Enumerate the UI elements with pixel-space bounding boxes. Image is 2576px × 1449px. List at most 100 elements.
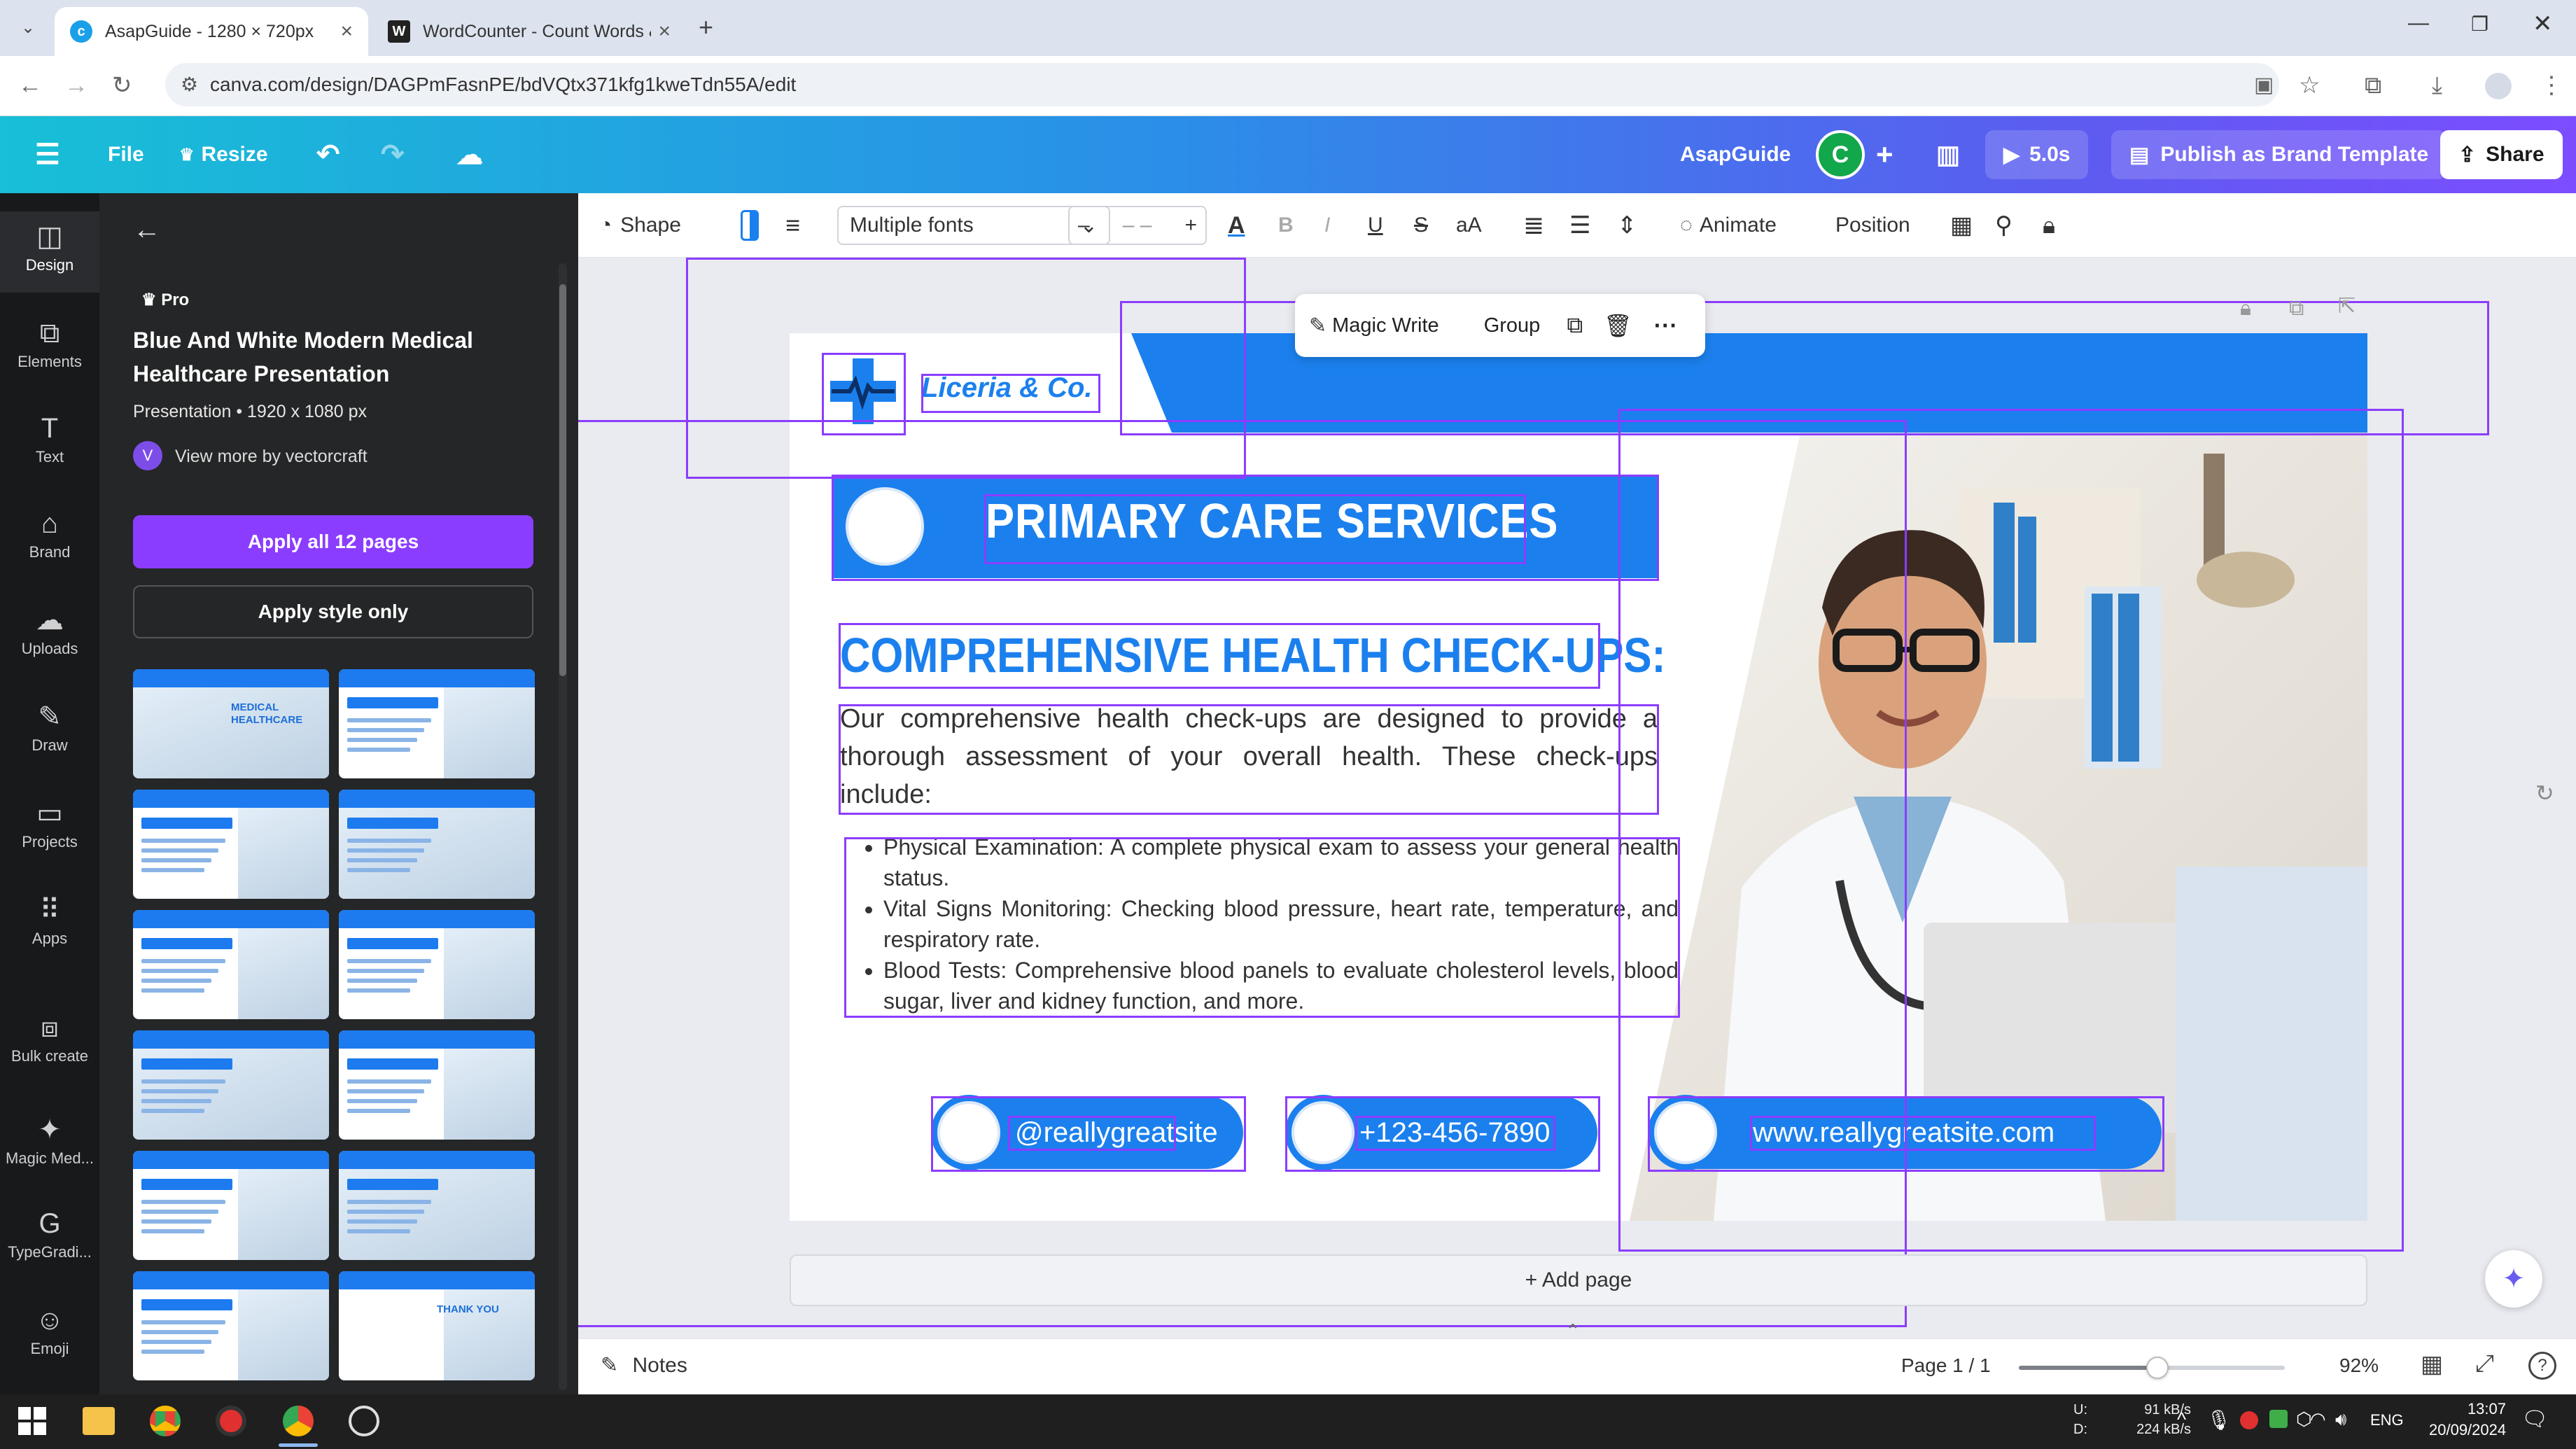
letter-case-icon[interactable]: aA bbox=[1456, 193, 1482, 258]
rotate-handle-icon[interactable]: ↻ bbox=[2535, 780, 2554, 806]
template-page-thumbnail[interactable] bbox=[339, 669, 535, 778]
file-explorer-icon[interactable] bbox=[83, 1407, 115, 1435]
url-field[interactable]: ⚙ canva.com/design/DAGPmFasnPE/bdVQtx371… bbox=[165, 63, 2279, 106]
rail-item-magic-med[interactable]: ✦ Magic Med... bbox=[0, 1113, 99, 1168]
font-size-value[interactable]: – – bbox=[1123, 214, 1152, 237]
fullscreen-icon[interactable]: ⤢ bbox=[2475, 1350, 2494, 1378]
restore-icon[interactable]: ❐ bbox=[2471, 13, 2488, 36]
template-page-thumbnail[interactable] bbox=[339, 1030, 535, 1140]
new-tab-button[interactable]: + bbox=[699, 13, 713, 42]
rail-item-projects[interactable]: ▭ Projects bbox=[0, 797, 99, 851]
template-page-thumbnail[interactable] bbox=[339, 1151, 535, 1260]
volume-icon[interactable]: 🔊︎ bbox=[2335, 1408, 2346, 1431]
group-button[interactable]: Group bbox=[1484, 314, 1541, 337]
install-app-icon[interactable]: ▣ bbox=[2254, 71, 2274, 99]
share-button[interactable]: ⇪ Share bbox=[2440, 130, 2563, 179]
forward-icon[interactable]: → bbox=[64, 71, 88, 99]
template-page-thumbnail[interactable] bbox=[339, 910, 535, 1019]
panel-scrollbar[interactable] bbox=[559, 263, 567, 1390]
clock[interactable]: 13:07 20/09/2024 bbox=[2429, 1399, 2506, 1441]
resize-button[interactable]: ♛ Resize bbox=[179, 116, 268, 193]
page-indicator[interactable]: Page 1 / 1 bbox=[1901, 1354, 1991, 1377]
duplicate-icon[interactable]: ⧉ bbox=[1567, 312, 1583, 339]
author-link[interactable]: View more by vectorcraft bbox=[175, 447, 368, 467]
zoom-slider[interactable] bbox=[2019, 1357, 2285, 1379]
transparency-icon[interactable]: ▦ bbox=[1950, 193, 1973, 258]
downloads-icon[interactable]: ⤓ bbox=[2432, 71, 2442, 99]
shape-button[interactable]: ◔ Shape bbox=[599, 193, 681, 258]
undo-icon[interactable]: ↶ bbox=[316, 116, 340, 193]
rail-item-draw[interactable]: ✎ Draw bbox=[0, 700, 99, 755]
insights-chart-icon[interactable]: ▥ bbox=[1936, 116, 1960, 193]
publish-brand-template-button[interactable]: ▤ Publish as Brand Template bbox=[2111, 130, 2447, 179]
color-swatch[interactable] bbox=[741, 193, 759, 258]
zoom-slider-thumb[interactable] bbox=[2146, 1357, 2169, 1379]
copy-style-icon[interactable]: ⚲ bbox=[1995, 193, 2012, 258]
text-color-icon[interactable]: A bbox=[1228, 193, 1245, 258]
rail-item-elements[interactable]: ⧉ Elements bbox=[0, 316, 99, 371]
profile-avatar[interactable] bbox=[2485, 73, 2512, 99]
template-page-thumbnail[interactable] bbox=[133, 1030, 329, 1140]
template-page-thumbnail[interactable] bbox=[133, 910, 329, 1019]
chrome-icon[interactable] bbox=[150, 1406, 181, 1436]
more-options-icon[interactable]: ⋯ bbox=[1653, 312, 1677, 340]
language-indicator[interactable]: ENG bbox=[2370, 1411, 2404, 1429]
magic-assistant-button[interactable]: ✦ bbox=[2485, 1250, 2542, 1308]
rail-item-design[interactable]: ◫ Design bbox=[0, 211, 99, 293]
duplicate-page-icon[interactable]: ⧉ bbox=[2289, 297, 2304, 321]
rail-item-typegradi[interactable]: G TypeGradi... bbox=[0, 1207, 99, 1261]
grid-view-icon[interactable]: ▦ bbox=[2421, 1350, 2443, 1378]
notifications-icon[interactable]: 🗨︎ bbox=[2521, 1407, 2548, 1432]
minimize-icon[interactable]: — bbox=[2408, 11, 2429, 35]
rail-item-apps[interactable]: ⠿ Apps bbox=[0, 893, 99, 948]
design-name[interactable]: AsapGuide bbox=[1680, 116, 1791, 193]
delete-icon[interactable]: 🗑︎ bbox=[1604, 312, 1632, 339]
italic-icon[interactable]: I bbox=[1324, 193, 1330, 258]
browser-tab-asapguide[interactable]: c AsapGuide - 1280 × 720px × bbox=[55, 7, 368, 56]
back-arrow-icon[interactable]: ← bbox=[133, 214, 161, 246]
magic-write-button[interactable]: Magic Write bbox=[1332, 314, 1439, 337]
spacing-icon[interactable]: ⇕ bbox=[1617, 193, 1637, 258]
microphone-icon[interactable]: 🎙︎ bbox=[2206, 1408, 2232, 1432]
record-tray-icon[interactable] bbox=[2240, 1411, 2258, 1429]
template-page-thumbnail[interactable]: MEDICAL HEALTHCARE bbox=[133, 669, 329, 778]
avatar[interactable]: C bbox=[1816, 130, 1865, 179]
bookmark-star-icon[interactable]: ☆ bbox=[2299, 71, 2320, 99]
reload-icon[interactable]: ↻ bbox=[112, 71, 132, 99]
zoom-level[interactable]: 92% bbox=[2339, 1354, 2379, 1377]
present-button[interactable]: ▶ 5.0s bbox=[1985, 130, 2089, 179]
template-page-thumbnail[interactable] bbox=[339, 790, 535, 899]
rail-item-bulk-create[interactable]: ⧈ Bulk create bbox=[0, 1011, 99, 1065]
template-page-thumbnail[interactable] bbox=[133, 790, 329, 899]
font-size-stepper[interactable]: – – – + bbox=[1068, 193, 1207, 258]
scrollbar-thumb[interactable] bbox=[559, 284, 566, 676]
site-info-icon[interactable]: ⚙ bbox=[181, 73, 198, 96]
lock-icon[interactable]: 🔒︎ bbox=[2043, 193, 2055, 258]
underline-icon[interactable]: U bbox=[1368, 193, 1383, 258]
tray-chevron-icon[interactable]: ^ bbox=[2177, 1408, 2186, 1431]
recorder-icon[interactable] bbox=[216, 1406, 246, 1436]
main-menu-icon[interactable]: ☰ bbox=[35, 116, 60, 193]
template-page-thumbnail[interactable] bbox=[133, 1271, 329, 1380]
increase-font-size-button[interactable]: + bbox=[1184, 214, 1197, 237]
browser-tab-wordcounter[interactable]: W WordCounter - Count Words & × bbox=[372, 7, 686, 56]
magic-write-icon[interactable]: ✎ bbox=[1309, 314, 1326, 338]
rail-item-emoji[interactable]: ☺ Emoji bbox=[0, 1303, 99, 1358]
add-page-button[interactable]: + Add page bbox=[790, 1254, 2367, 1306]
apply-all-pages-button[interactable]: Apply all 12 pages bbox=[133, 515, 533, 568]
position-button[interactable]: Position bbox=[1835, 193, 1910, 258]
bold-icon[interactable]: B bbox=[1278, 193, 1294, 258]
align-icon[interactable]: ≣ bbox=[1523, 193, 1544, 258]
border-style-icon[interactable]: ≡ bbox=[785, 193, 800, 258]
chrome-active-icon[interactable] bbox=[283, 1406, 314, 1436]
windows-start-icon[interactable] bbox=[18, 1407, 46, 1435]
wifi-icon[interactable]: ◠ bbox=[2310, 1408, 2326, 1430]
rail-item-text[interactable]: T Text bbox=[0, 412, 99, 466]
animate-button[interactable]: ◌ Animate bbox=[1680, 193, 1777, 258]
apply-style-only-button[interactable]: Apply style only bbox=[133, 585, 533, 638]
cloud-saved-icon[interactable]: ☁ bbox=[456, 116, 483, 193]
browser-menu-icon[interactable]: ⋮ bbox=[2540, 71, 2563, 99]
extensions-icon[interactable]: ⧉ bbox=[2365, 71, 2381, 99]
close-tab-icon[interactable]: × bbox=[658, 20, 671, 43]
template-page-thumbnail[interactable]: THANK YOU bbox=[339, 1271, 535, 1380]
